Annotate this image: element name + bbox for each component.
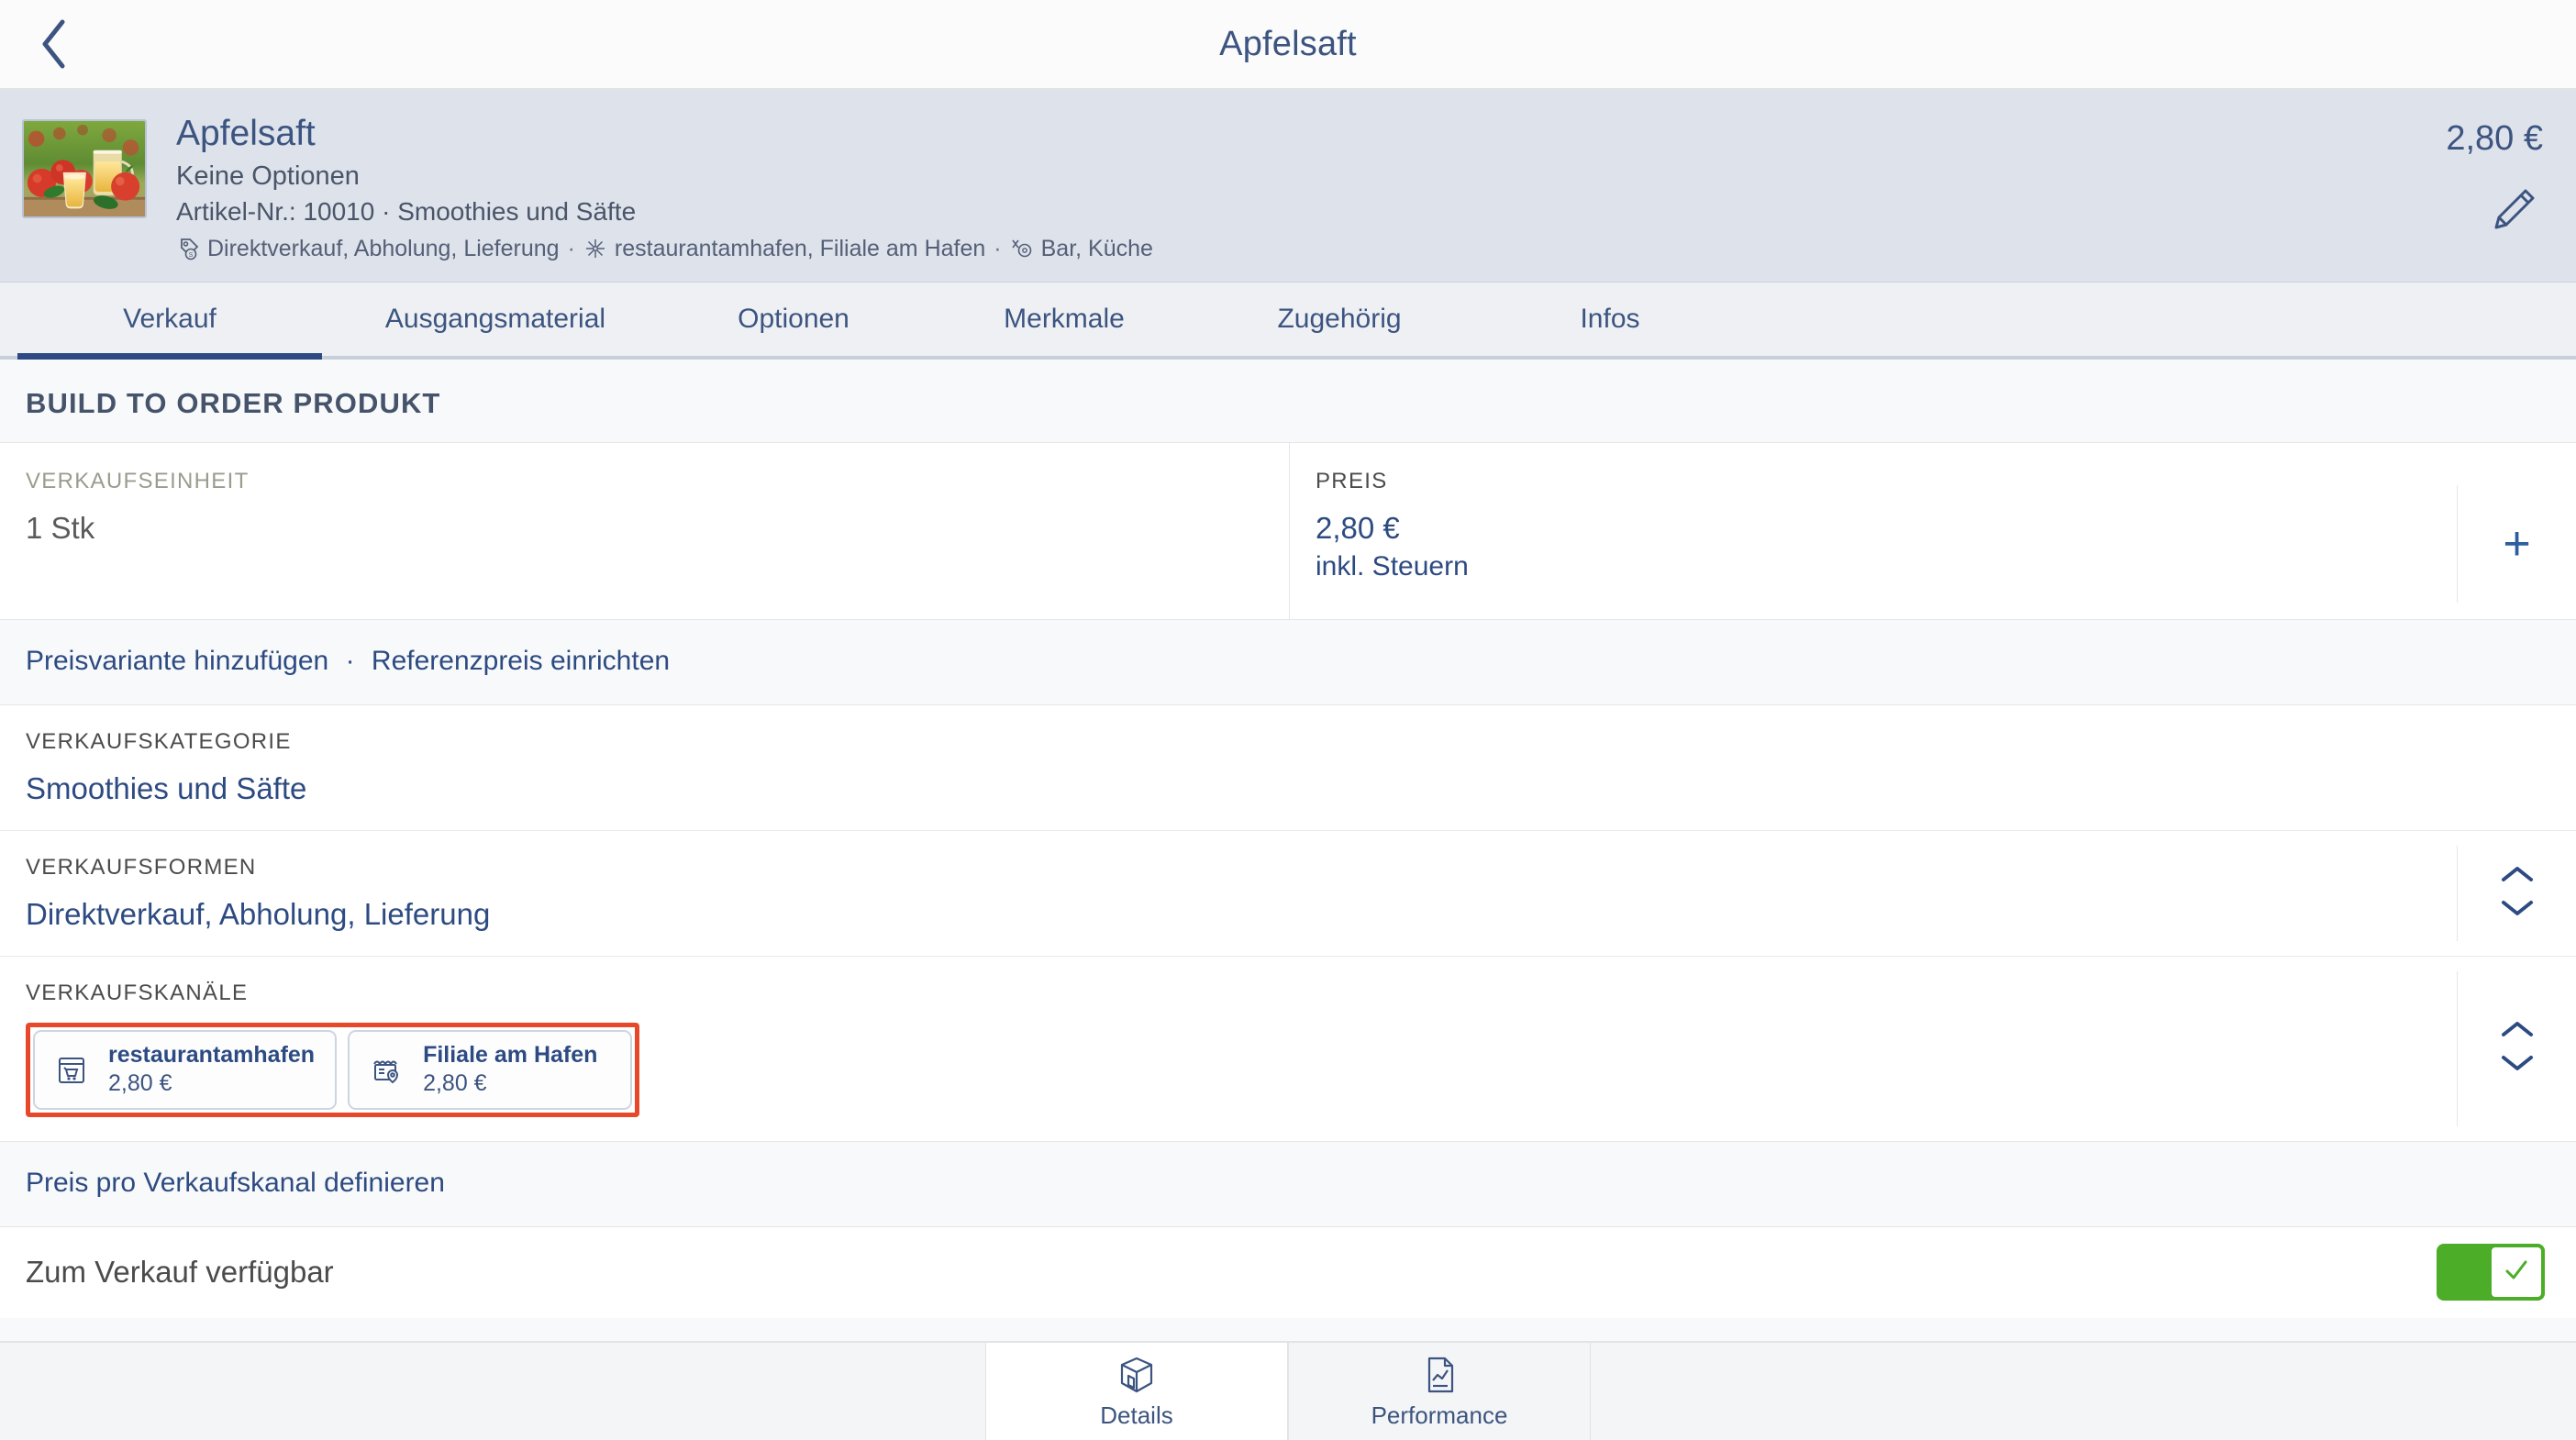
sales-category-label: VERKAUFSKATEGORIE bbox=[26, 729, 292, 754]
available-for-sale-row: Zum Verkauf verfügbar bbox=[0, 1225, 2576, 1318]
sales-forms-value: Direktverkauf, Abholung, Lieferung bbox=[26, 897, 491, 931]
channel-chip-price: 2,80 € bbox=[108, 1070, 172, 1097]
sales-channels-row[interactable]: VERKAUFSKANÄLE restaurantamhafen 2,80 € … bbox=[0, 957, 2576, 1141]
bottom-tab-label: Performance bbox=[1371, 1401, 1508, 1429]
edit-product-button[interactable] bbox=[2484, 183, 2543, 241]
product-price: 2,80 € bbox=[2446, 119, 2543, 158]
tab-label: Merkmale bbox=[1004, 304, 1125, 334]
available-for-sale-label: Zum Verkauf verfügbar bbox=[26, 1255, 334, 1289]
network-nodes-icon bbox=[583, 237, 607, 260]
sales-forms-row[interactable]: VERKAUFSFORMEN Direktverkauf, Abholung, … bbox=[0, 831, 2576, 957]
tab-label: Optionen bbox=[738, 304, 849, 334]
price-cell[interactable]: PREIS 2,80 € inkl. Steuern + bbox=[1290, 443, 2576, 619]
meta-separator-2: · bbox=[994, 235, 1002, 261]
product-header-right: 2,80 € bbox=[2314, 116, 2543, 241]
bottom-tab-label: Details bbox=[1100, 1401, 1173, 1429]
channel-chip-name: restaurantamhafen bbox=[108, 1042, 316, 1068]
product-meta-line: S Direktverkauf, Abholung, Lieferung · r… bbox=[176, 235, 2314, 262]
sales-forms-stepper[interactable] bbox=[2457, 846, 2576, 941]
channel-price-links-row: Preis pro Verkaufskanal definieren bbox=[0, 1142, 2576, 1226]
setup-reference-price-link[interactable]: Referenzpreis einrichten bbox=[372, 646, 670, 676]
sales-unit-cell[interactable]: VERKAUFSEINHEIT 1 Stk bbox=[0, 443, 1290, 619]
plus-icon: + bbox=[2503, 516, 2531, 570]
channel-chip[interactable]: Filiale am Hafen 2,80 € bbox=[348, 1030, 633, 1110]
channel-chip-price: 2,80 € bbox=[423, 1070, 487, 1097]
add-price-button[interactable]: + bbox=[2457, 485, 2576, 603]
check-icon bbox=[2501, 1255, 2532, 1290]
navigation-bar: Apfelsaft bbox=[0, 0, 2576, 90]
document-chart-icon bbox=[1419, 1354, 1460, 1396]
product-info: Apfelsaft Keine Optionen Artikel-Nr.: 10… bbox=[147, 116, 2314, 262]
tab-zugehoerig[interactable]: Zugehörig bbox=[1202, 282, 1477, 356]
bottom-bar-spacer bbox=[0, 1343, 985, 1440]
sales-unit-price-card: VERKAUFSEINHEIT 1 Stk PREIS 2,80 € inkl.… bbox=[0, 442, 2576, 620]
tab-label: Infos bbox=[1580, 304, 1640, 334]
channel-chip[interactable]: restaurantamhafen 2,80 € bbox=[33, 1030, 338, 1110]
product-header: Apfelsaft Keine Optionen Artikel-Nr.: 10… bbox=[0, 90, 2576, 282]
sales-category-value: Smoothies und Säfte bbox=[26, 771, 307, 805]
price-value: 2,80 € bbox=[1316, 511, 1400, 545]
tab-ausgangsmaterial[interactable]: Ausgangsmaterial bbox=[330, 282, 661, 356]
kitchen-target-icon bbox=[1010, 237, 1034, 260]
product-article-line: Artikel-Nr.: 10010 · Smoothies und Säfte bbox=[176, 197, 637, 227]
tab-infos[interactable]: Infos bbox=[1477, 282, 1743, 356]
tab-label: Ausgangsmaterial bbox=[384, 304, 606, 334]
tab-label: Verkauf bbox=[123, 304, 217, 334]
tab-label: Zugehörig bbox=[1277, 304, 1402, 334]
store-pin-icon bbox=[366, 1052, 406, 1087]
sales-attributes-card: VERKAUFSKATEGORIE Smoothies und Säfte VE… bbox=[0, 704, 2576, 1142]
section-title: BUILD TO ORDER PRODUKT bbox=[26, 387, 441, 419]
svg-text:S: S bbox=[189, 252, 194, 259]
links-separator: · bbox=[345, 646, 355, 676]
bottom-tab-details[interactable]: Details bbox=[985, 1343, 1288, 1440]
tab-merkmale[interactable]: Merkmale bbox=[927, 282, 1202, 356]
page-title: Apfelsaft bbox=[1219, 24, 1357, 63]
sales-unit-value: 1 Stk bbox=[26, 511, 95, 545]
app-screen: Apfelsaft Apfelsaft Keine Optionen Artik… bbox=[0, 0, 2576, 1440]
back-button[interactable] bbox=[26, 16, 83, 72]
sales-channels-stepper[interactable] bbox=[2457, 971, 2576, 1126]
chevron-up-icon[interactable] bbox=[2498, 1019, 2537, 1044]
price-label: PREIS bbox=[1316, 469, 1388, 493]
product-thumbnail[interactable] bbox=[22, 119, 147, 218]
chevron-down-icon[interactable] bbox=[2498, 898, 2537, 923]
box-3d-icon bbox=[1116, 1354, 1157, 1396]
product-areas: Bar, Küche bbox=[1040, 235, 1153, 261]
available-for-sale-toggle[interactable] bbox=[2437, 1244, 2545, 1301]
sales-channels-highlight: restaurantamhafen 2,80 € Filiale am Hafe… bbox=[26, 1023, 640, 1117]
main-content: BUILD TO ORDER PRODUKT VERKAUFSEINHEIT 1… bbox=[0, 360, 2576, 1440]
add-price-variant-link[interactable]: Preisvariante hinzufügen bbox=[26, 646, 328, 676]
tab-optionen[interactable]: Optionen bbox=[661, 282, 927, 356]
chevron-down-icon[interactable] bbox=[2498, 1053, 2537, 1078]
tab-bar: Verkauf Ausgangsmaterial Optionen Merkma… bbox=[0, 282, 2576, 360]
price-tax-note: inkl. Steuern bbox=[1316, 551, 1469, 582]
chevron-left-icon bbox=[39, 18, 70, 70]
price-tag-icon: S bbox=[176, 237, 200, 260]
define-channel-price-link[interactable]: Preis pro Verkaufskanal definieren bbox=[26, 1168, 445, 1198]
meta-separator-1: · bbox=[567, 235, 575, 261]
product-options-label: Keine Optionen bbox=[176, 161, 360, 191]
price-links-row: Preisvariante hinzufügen · Referenzpreis… bbox=[0, 620, 2576, 704]
chevron-up-icon[interactable] bbox=[2498, 864, 2537, 889]
product-channels: restaurantamhafen, Filiale am Hafen bbox=[614, 235, 986, 261]
product-sales-forms: Direktverkauf, Abholung, Lieferung bbox=[207, 235, 560, 261]
sales-forms-label: VERKAUFSFORMEN bbox=[26, 855, 257, 880]
bottom-tab-performance[interactable]: Performance bbox=[1288, 1343, 1591, 1440]
bottom-tab-bar: Details Performance bbox=[0, 1341, 2576, 1440]
tab-verkauf[interactable]: Verkauf bbox=[9, 282, 330, 360]
product-name: Apfelsaft bbox=[176, 114, 316, 153]
pencil-icon bbox=[2488, 184, 2539, 240]
kiosk-cart-icon bbox=[51, 1052, 92, 1087]
channel-chip-name: Filiale am Hafen bbox=[423, 1042, 598, 1068]
toggle-knob bbox=[2488, 1244, 2545, 1301]
apple-juice-photo bbox=[24, 121, 145, 216]
sales-category-row[interactable]: VERKAUFSKATEGORIE Smoothies und Säfte bbox=[0, 705, 2576, 831]
sales-unit-label: VERKAUFSEINHEIT bbox=[26, 469, 250, 493]
sales-channels-label: VERKAUFSKANÄLE bbox=[26, 980, 249, 1005]
